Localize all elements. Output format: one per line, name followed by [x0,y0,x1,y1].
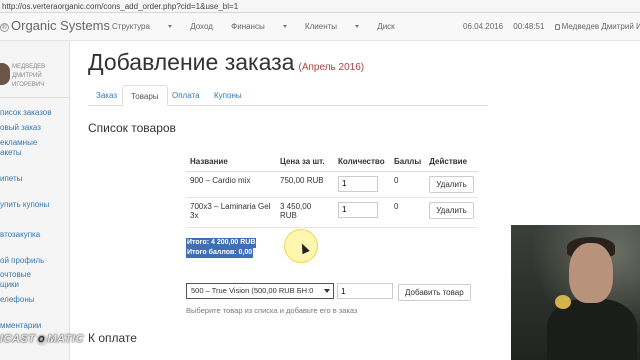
tab-products[interactable]: Товары [122,85,168,106]
add-product-button[interactable]: Добавить товар [398,284,471,301]
sidebar-item-orders[interactable]: писок заказов [0,108,52,118]
product-points: 0 [390,171,426,198]
tab-coupons[interactable]: Купоны [206,85,250,106]
product-name: 700x3 – Laminaria Gel 3x [186,197,276,228]
sidebar: МЕДВЕДЕВ ДМИТРИЙ ИГОРЕВИЧ писок заказов … [0,41,70,360]
page-title: Добавление заказа (Апрель 2016) [88,49,365,75]
sidebar-item-autopurchase[interactable]: втозакупка [0,230,40,240]
column-header: Название [186,152,276,172]
chevron-down-icon [167,25,172,28]
column-header: Цена за шт. [276,152,334,172]
payment-section-title: К оплате [88,331,137,345]
sidebar-item-phones[interactable]: елефоны [0,295,35,305]
sidebar-item-tickets[interactable]: ипеты [0,174,22,184]
nav-finance[interactable]: Финансы [231,22,287,31]
delete-button[interactable]: Удалить [429,201,474,219]
add-product-hint: Выберите товар из списка и добавьте его … [186,306,358,315]
screencast-watermark: ICAST O MATIC [0,333,85,346]
nav-right: 06.04.2016 00:48:51 Медведев Дмитрий И [463,22,640,31]
user-menu[interactable]: Медведев Дмитрий И [554,22,640,31]
tab-order[interactable]: Заказ [88,85,125,106]
column-header: Действие [425,152,478,172]
nav-clients[interactable]: Клиенты [305,22,360,31]
sidebar-item-mailboxes-2[interactable]: щики [0,280,19,290]
column-header: Количество [334,152,390,172]
quantity-input[interactable] [338,201,378,218]
sidebar-item-profile[interactable]: ой профиль [0,256,44,266]
sidebar-item-comments[interactable]: мментарии [0,321,41,331]
nav-disk[interactable]: Диск [377,22,394,31]
product-name: 900 – Cardio mix [186,171,276,198]
nav-structure[interactable]: Структура [112,22,172,31]
sidebar-item-mailboxes[interactable]: очтовые [0,270,31,280]
product-list-title: Список товаров [88,121,176,135]
avatar [0,63,10,85]
product-price: 3 450,00 RUB [276,197,334,228]
period-subtitle: (Апрель 2016) [298,62,365,73]
divider [0,97,69,98]
tab-payment[interactable]: Оплата [164,85,208,106]
quantity-input[interactable] [338,175,378,192]
order-totals: Итого: 4 200,00 RUB Итого баллов: 0,00 [186,238,257,258]
chevron-down-icon [282,25,287,28]
product-price: 750,00 RUB [276,171,334,198]
sidebar-item-buy-coupons[interactable]: упить купоны [0,200,49,210]
current-date: 06.04.2016 [463,22,504,31]
top-navbar: ® Organic Systems Структура Доход Финансы… [0,13,640,41]
nav-menu: Структура Доход Финансы Клиенты Диск [112,22,411,31]
total-points: Итого баллов: 0,00 [186,248,254,258]
nav-income[interactable]: Доход [190,22,213,31]
brand[interactable]: ® Organic Systems [0,18,110,33]
address-bar[interactable]: http://os.verteraorganic.com/cons_add_or… [0,0,640,13]
current-time: 00:48:51 [513,22,545,31]
table-row: 900 – Cardio mix 750,00 RUB 0 Удалить [186,171,478,198]
sidebar-item-promo[interactable]: екламные [0,138,37,148]
webcam-overlay [511,225,640,360]
table-row: 700x3 – Laminaria Gel 3x 3 450,00 RUB 0 … [186,197,478,228]
user-icon [554,24,560,30]
tab-bar: Заказ Товары Оплата Купоны [88,85,488,106]
total-amount: Итого: 4 200,00 RUB [186,238,257,248]
logo-icon: ® [0,23,9,32]
watermark-logo-icon: O [35,334,48,346]
products-table: Название Цена за шт. Количество Баллы Де… [186,152,478,228]
webcam-person-face [569,243,613,303]
chevron-down-icon [324,289,330,293]
sidebar-item-new-order[interactable]: овый заказ [0,123,41,133]
brand-name: Organic Systems [11,18,110,33]
sidebar-user-name: МЕДВЕДЕВ ДМИТРИЙ ИГОРЕВИЧ [12,64,46,88]
table-header-row: Название Цена за шт. Количество Баллы Де… [186,152,478,172]
product-points: 0 [390,197,426,228]
column-header: Баллы [390,152,426,172]
chevron-down-icon [355,25,360,28]
webcam-toy [555,295,571,309]
sidebar-item-promo-2[interactable]: акеты [0,148,22,158]
product-select[interactable]: 500 – True Vision (500,00 RUB БН:0 [186,283,334,299]
delete-button[interactable]: Удалить [429,175,474,193]
add-quantity-input[interactable] [337,283,393,299]
